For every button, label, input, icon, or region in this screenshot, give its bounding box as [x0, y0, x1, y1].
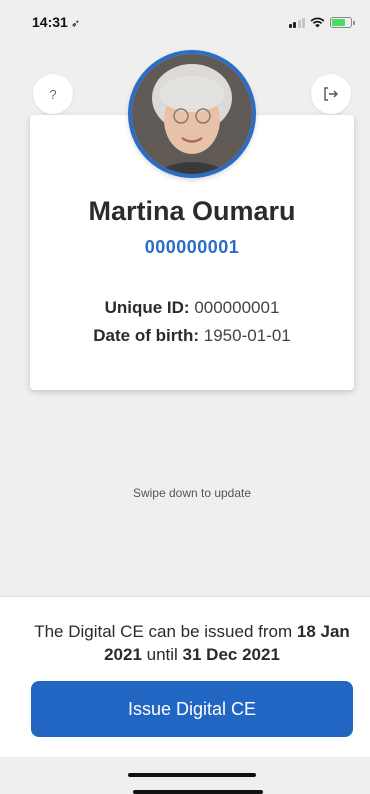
issue-period-text: The Digital CE can be issued from 18 Jan… — [20, 620, 364, 666]
app-screen: 14:31 ➶ ? Martina Oumaru 000000001 Uniqu… — [0, 0, 370, 794]
profile-photo — [132, 54, 252, 174]
issue-digital-ce-button[interactable]: Issue Digital CE — [31, 681, 353, 737]
status-time: 14:31 ➶ — [32, 14, 80, 30]
help-button[interactable]: ? — [33, 74, 73, 114]
time-text: 14:31 — [32, 14, 68, 30]
unique-id-label: Unique ID: — [104, 298, 190, 317]
signal-icon — [288, 17, 305, 28]
location-icon: ➶ — [70, 18, 81, 30]
wifi-icon — [310, 17, 325, 27]
swipe-hint: Swipe down to update — [132, 486, 252, 500]
status-icons — [288, 16, 355, 28]
unique-id-value: 000000001 — [194, 298, 280, 317]
status-bar: 14:31 ➶ — [0, 0, 370, 44]
user-name: Martina Oumaru — [88, 196, 296, 226]
issue-text-middle: until — [141, 645, 183, 664]
logout-icon — [324, 87, 338, 101]
unique-id-row: Unique ID: 000000001 — [30, 298, 354, 318]
dob-label: Date of birth: — [93, 326, 200, 345]
issue-date-until: 31 Dec 2021 — [182, 645, 280, 664]
issue-text-prefix: The Digital CE can be issued from — [34, 622, 297, 641]
home-indicator-bottom — [133, 790, 263, 794]
home-indicator[interactable] — [128, 773, 256, 777]
avatar — [128, 50, 256, 178]
question-icon: ? — [49, 86, 57, 102]
logout-button[interactable] — [311, 74, 351, 114]
dob-value: 1950-01-01 — [203, 326, 291, 345]
dob-row: Date of birth: 1950-01-01 — [30, 326, 354, 346]
user-id-link[interactable]: 000000001 — [30, 237, 354, 258]
battery-charging-icon — [330, 16, 355, 28]
